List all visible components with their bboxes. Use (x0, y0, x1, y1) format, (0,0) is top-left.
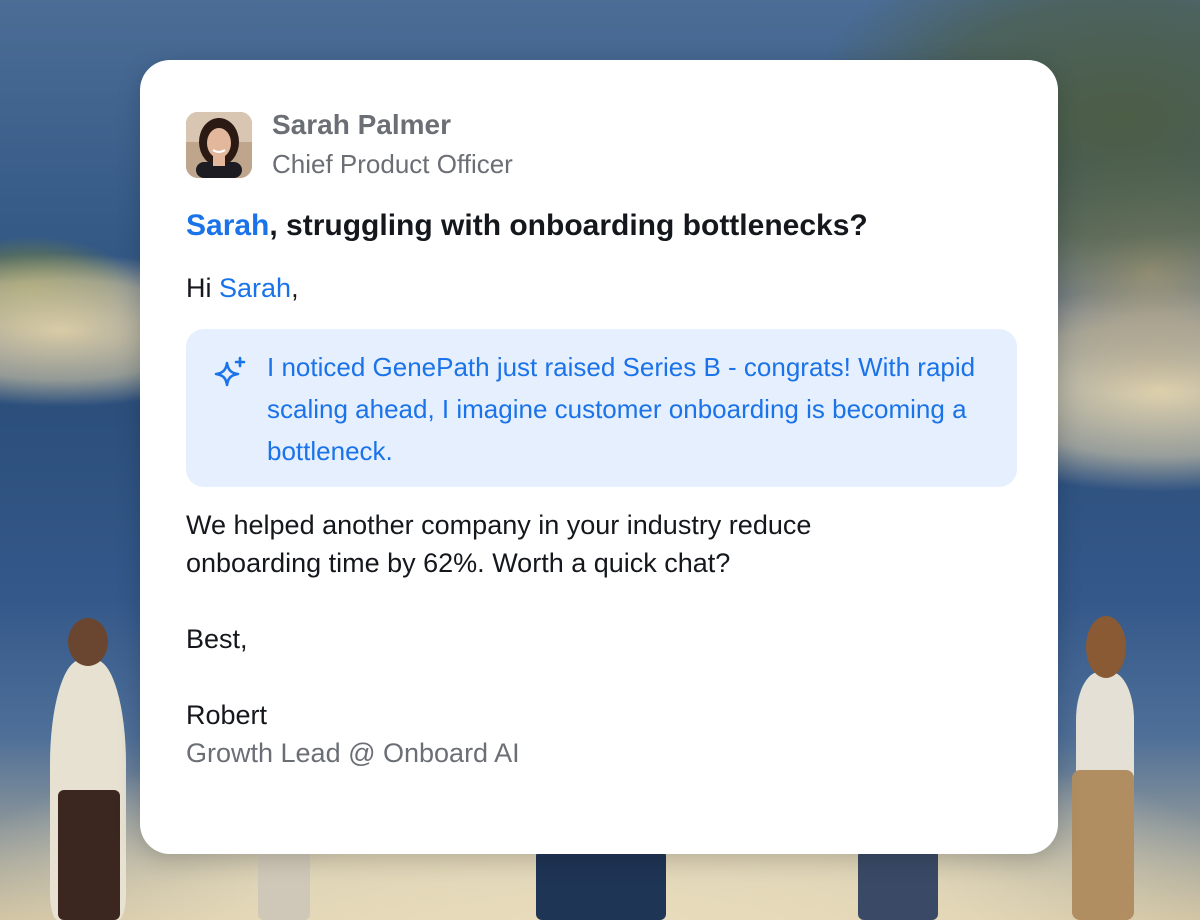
sparkles-icon (214, 356, 246, 387)
sender-role: Chief Product Officer (272, 149, 513, 179)
email-body: We helped another company in your indust… (186, 510, 812, 578)
email-card: Sarah Palmer Chief Product Officer Sarah… (140, 60, 1058, 854)
email-subject: Sarah, struggling with onboarding bottle… (186, 206, 868, 246)
figure-right-skirt (1072, 770, 1134, 920)
figure-bottom-2 (536, 850, 666, 920)
figure-left-legs (58, 790, 120, 920)
signature-title: Growth Lead @ Onboard AI (186, 738, 520, 768)
sender-info: Sarah Palmer Chief Product Officer (272, 107, 513, 182)
signoff: Best, (186, 624, 248, 654)
signature-name: Robert (186, 700, 268, 730)
greeting: Hi Sarah, (186, 268, 299, 308)
sender-header: Sarah Palmer Chief Product Officer (186, 107, 513, 182)
figure-bottom-3 (858, 850, 938, 920)
greeting-prefix: Hi (186, 273, 219, 303)
greeting-suffix: , (291, 273, 299, 303)
greeting-name: Sarah (219, 273, 292, 303)
personalized-insight-box: I noticed GenePath just raised Series B … (186, 329, 1017, 487)
sender-name: Sarah Palmer (272, 109, 451, 140)
subject-name-highlight: Sarah (186, 209, 270, 242)
insight-text: I noticed GenePath just raised Series B … (267, 352, 976, 466)
avatar (186, 111, 252, 178)
person-photo-avatar (186, 111, 252, 178)
figure-bottom-1 (258, 850, 310, 920)
subject-text: , struggling with onboarding bottlenecks… (269, 209, 868, 242)
